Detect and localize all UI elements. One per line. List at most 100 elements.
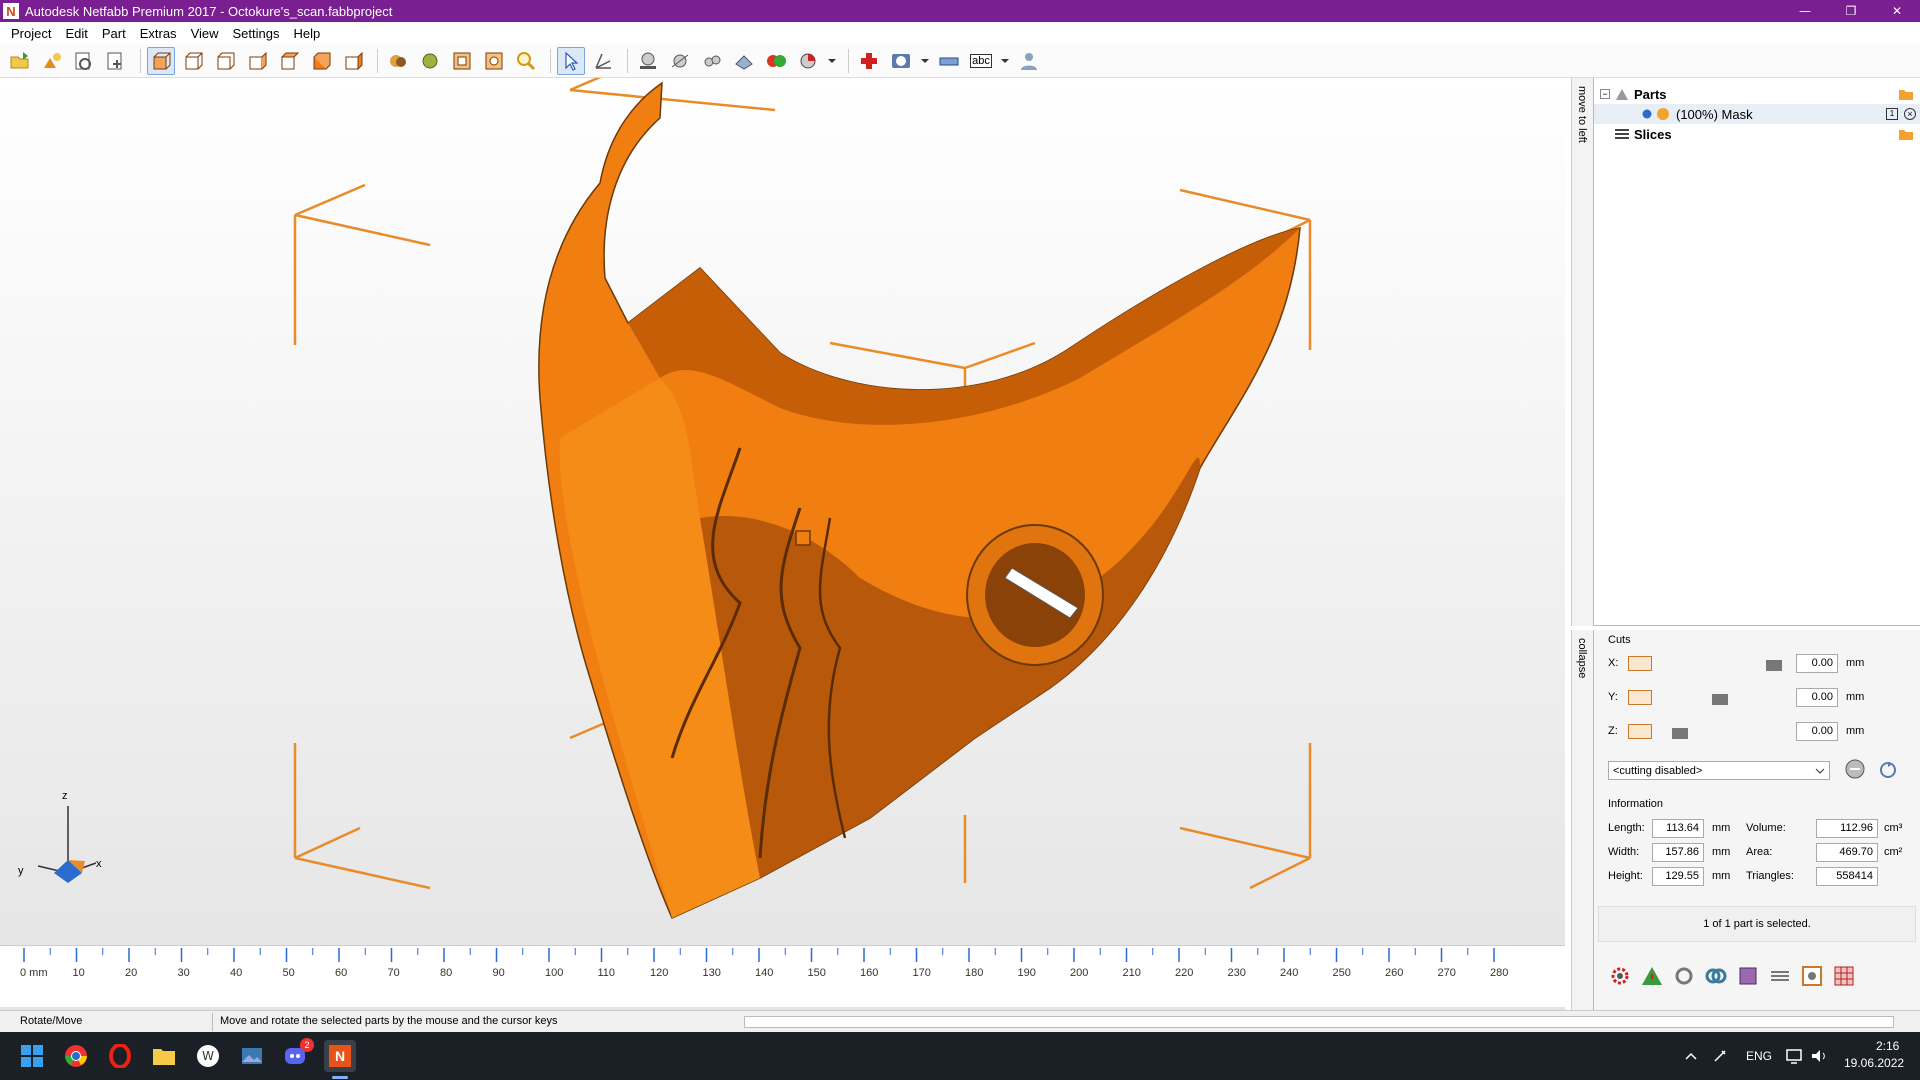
chevron-up-icon[interactable] (1684, 1049, 1698, 1063)
open-project-button[interactable] (6, 47, 34, 75)
collapse-toggle-icon[interactable]: − (1600, 89, 1610, 99)
menu-part[interactable]: Part (95, 26, 133, 41)
refresh-icon[interactable] (1878, 760, 1898, 780)
chevron-down-icon (1815, 768, 1825, 774)
cut-y-slider[interactable] (1712, 694, 1728, 705)
discord-notification-badge: 2 (300, 1038, 314, 1052)
view-right-button[interactable] (275, 47, 303, 75)
slices-folder-button[interactable] (1898, 124, 1914, 144)
measure-button[interactable] (666, 47, 694, 75)
rotate-parts-icon[interactable] (1672, 964, 1696, 988)
view-back-button[interactable] (211, 47, 239, 75)
photos-taskbar-button[interactable] (236, 1040, 268, 1072)
text-label-button[interactable]: abc (967, 47, 995, 75)
place-part-button[interactable] (634, 47, 662, 75)
new-project-button[interactable] (70, 47, 98, 75)
section-button[interactable] (794, 47, 822, 75)
repair-warning-icon[interactable] (1640, 964, 1664, 988)
cut-x-toggle[interactable] (1628, 656, 1652, 671)
language-indicator[interactable]: ENG (1746, 1049, 1772, 1063)
menu-view[interactable]: View (184, 26, 226, 41)
menu-edit[interactable]: Edit (58, 26, 94, 41)
render-button[interactable] (416, 47, 444, 75)
menu-project[interactable]: Project (4, 26, 58, 41)
shading-button[interactable] (384, 47, 412, 75)
chrome-taskbar-button[interactable] (60, 1040, 92, 1072)
rotate-move-button[interactable] (589, 47, 617, 75)
analysis-dropdown[interactable] (919, 47, 931, 75)
cut-execute-icon[interactable] (1844, 758, 1866, 780)
ruler-label: 60 (335, 967, 348, 979)
menu-settings[interactable]: Settings (226, 26, 287, 41)
zoom-selection-button[interactable] (480, 47, 508, 75)
support-button[interactable] (730, 47, 758, 75)
cut-z-toggle[interactable] (1628, 724, 1652, 739)
add-page-button[interactable] (102, 47, 130, 75)
view-front-button[interactable] (179, 47, 207, 75)
user-button[interactable] (1015, 47, 1043, 75)
slice-icon[interactable] (1768, 964, 1792, 988)
menu-help[interactable]: Help (287, 26, 328, 41)
remove-part-icon[interactable]: × (1904, 108, 1916, 120)
view-bottom-button[interactable] (339, 47, 367, 75)
add-part-button[interactable] (38, 47, 66, 75)
restore-button[interactable]: ❐ (1828, 0, 1874, 22)
boolean-button[interactable] (762, 47, 790, 75)
part-checkbox[interactable]: 1 (1886, 108, 1898, 120)
discord-taskbar-button[interactable]: 2 (280, 1038, 314, 1072)
view-top-button[interactable] (307, 47, 335, 75)
section-dropdown[interactable] (826, 47, 838, 75)
opera-taskbar-button[interactable] (104, 1040, 136, 1072)
mesh-grid-icon[interactable] (1832, 964, 1856, 988)
platform-icon[interactable] (1800, 964, 1824, 988)
3d-viewport[interactable]: z y x (0, 78, 1565, 1011)
panel-action-bar (1608, 964, 1856, 988)
area-unit: cm² (1884, 846, 1903, 858)
volume-unit: cm³ (1884, 822, 1903, 834)
volume-icon[interactable] (1810, 1048, 1828, 1064)
select-tool-button[interactable] (557, 46, 585, 75)
clock-time[interactable]: 2:16 (1876, 1039, 1899, 1053)
view-perspective-button[interactable] (147, 46, 175, 75)
cut-x-input[interactable]: 0.00 (1796, 654, 1838, 673)
repair-button[interactable] (855, 47, 883, 75)
text-label-dropdown[interactable] (999, 47, 1011, 75)
scale-icon[interactable] (1736, 964, 1760, 988)
clock-date[interactable]: 19.06.2022 (1844, 1056, 1904, 1070)
app-w-taskbar-button[interactable]: W (192, 1040, 224, 1072)
network-icon[interactable] (1786, 1048, 1804, 1064)
visibility-dot-icon[interactable] (1642, 109, 1652, 119)
parts-folder-button[interactable] (1898, 84, 1914, 104)
zoom-button[interactable] (512, 47, 540, 75)
cutting-mode-select[interactable]: <cutting disabled> (1608, 761, 1830, 780)
close-button[interactable]: ✕ (1874, 0, 1920, 22)
tree-part-mask-row[interactable]: (100%) Mask 1 × (1594, 104, 1920, 124)
cut-x-slider[interactable] (1766, 660, 1782, 671)
duplicate-icon[interactable] (1704, 964, 1728, 988)
ruler-button[interactable] (935, 47, 963, 75)
magnifier-icon (517, 51, 536, 70)
start-button[interactable] (16, 1040, 48, 1072)
information-header: Information (1608, 798, 1664, 810)
gear-icon[interactable] (1608, 964, 1632, 988)
move-to-left-tab[interactable]: move to left (1571, 78, 1593, 626)
tree-slices-row[interactable]: Slices (1614, 124, 1672, 144)
cut-y-input[interactable]: 0.00 (1796, 688, 1838, 707)
cut-y-toggle[interactable] (1628, 690, 1652, 705)
menu-extras[interactable]: Extras (133, 26, 184, 41)
zoom-fit-button[interactable] (448, 47, 476, 75)
minimize-button[interactable]: — (1782, 0, 1828, 22)
collapse-tab[interactable]: collapse (1571, 630, 1593, 1010)
mask-model[interactable] (538, 81, 1301, 919)
view-left-button[interactable] (243, 47, 271, 75)
cut-z-input[interactable]: 0.00 (1796, 722, 1838, 741)
ruler-label: 220 (1175, 967, 1194, 979)
netfabb-taskbar-button[interactable]: N (324, 1040, 356, 1072)
analysis-button[interactable] (887, 47, 915, 75)
pen-icon[interactable] (1712, 1048, 1728, 1064)
cut-z-slider[interactable] (1672, 728, 1688, 739)
scene-canvas[interactable]: z y x (0, 78, 1565, 948)
align-button[interactable] (698, 47, 726, 75)
tree-parts-row[interactable]: − Parts (1600, 84, 1667, 104)
explorer-taskbar-button[interactable] (148, 1040, 180, 1072)
